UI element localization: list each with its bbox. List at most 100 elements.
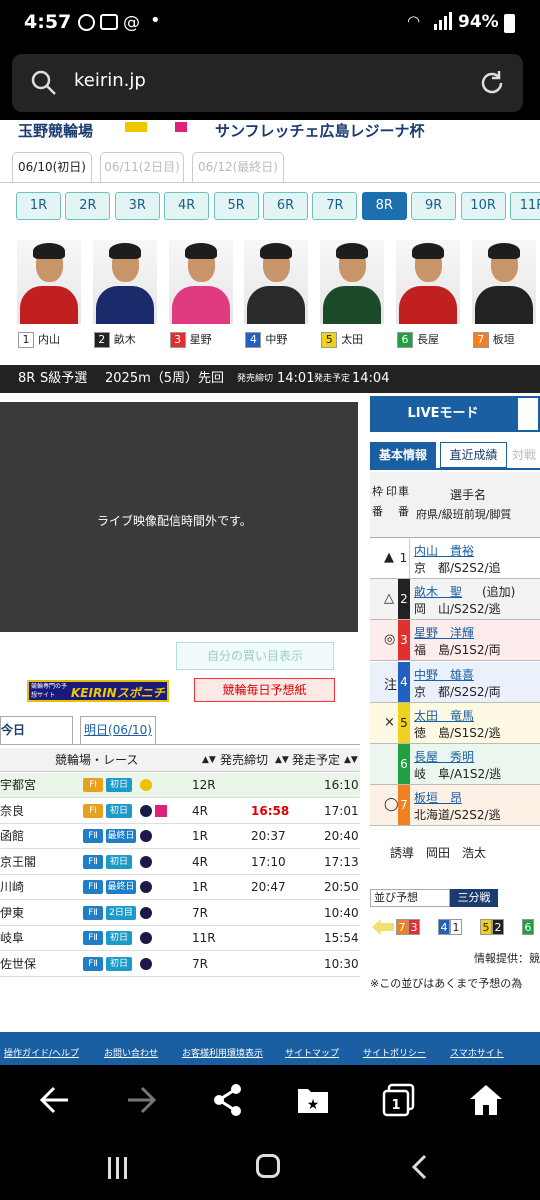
race-button-10r[interactable]: 10R xyxy=(460,192,506,220)
race-number: 11R xyxy=(192,931,216,945)
race-button-5r[interactable]: 5R xyxy=(213,192,259,220)
venue-name[interactable]: 奈良 xyxy=(0,799,24,823)
live-mode-button[interactable]: LIVEモード xyxy=(370,396,516,432)
grade-badge: FⅡ xyxy=(83,905,103,920)
schedule-header: 競輪場・レース ▲▼ 発売締切 ▲▼ 発走予定 ▲▼ xyxy=(0,748,360,772)
schedule-row[interactable]: 函館 FⅡ 最終日 1R 20:37 20:40 xyxy=(0,824,360,849)
race-distance: 2025m（5周）先回 xyxy=(105,371,225,386)
rider-name-link[interactable]: 板垣 昂 xyxy=(414,789,462,806)
race-button-11r[interactable]: 11R xyxy=(510,192,540,220)
rider-name-link[interactable]: 星野 洋輝 xyxy=(414,624,474,641)
venue-name[interactable]: 川崎 xyxy=(0,875,24,899)
back-icon[interactable] xyxy=(38,1085,72,1115)
venue-name[interactable]: 佐世保 xyxy=(0,952,36,976)
schedule-row[interactable]: 岐阜 FⅡ 初日 11R 15:54 xyxy=(0,926,360,951)
address-bar[interactable]: keirin.jp xyxy=(12,54,523,112)
footer-link[interactable]: お客様利用環境表示 xyxy=(182,1046,263,1059)
rider-name-link[interactable]: 内山 貴裕 xyxy=(414,542,474,559)
race-number: 8R xyxy=(18,371,36,386)
entry-row: × 5 太田 竜馬徳 島/S1S2/逃 xyxy=(370,702,540,744)
footer-link[interactable]: スマホサイト xyxy=(450,1046,504,1059)
race-button-1r[interactable]: 1R xyxy=(16,192,61,220)
race-button-3r[interactable]: 3R xyxy=(114,192,160,220)
live-video-player[interactable]: ライブ映像配信時間外です。 xyxy=(0,402,358,632)
date-tab-day2[interactable]: 06/11(2日目) xyxy=(100,152,184,182)
tab-head-to-head[interactable]: 対戦 xyxy=(512,442,540,468)
race-button-2r[interactable]: 2R xyxy=(65,192,111,220)
recent-apps-icon[interactable] xyxy=(106,1157,130,1179)
rider-name: 畝木 xyxy=(113,333,136,346)
venue-name[interactable]: 伊東 xyxy=(0,901,24,925)
race-number: 7R xyxy=(192,956,208,971)
entry-row: ◯ 7 板垣 昂北海道/S2S2/逃 xyxy=(370,785,540,827)
date-tab-day3[interactable]: 06/12(最終日) xyxy=(192,152,284,182)
venue-name[interactable]: 京王閣 xyxy=(0,850,36,874)
date-tab-day1[interactable]: 06/10(初日) xyxy=(12,152,92,182)
footer-link[interactable]: サイトマップ xyxy=(285,1046,339,1059)
race-button-9r[interactable]: 9R xyxy=(411,192,457,220)
tab-recent-results[interactable]: 直近成績 xyxy=(440,442,507,468)
sponichi-banner[interactable]: 競輪専門の予想サイト KEIRINスポニチ xyxy=(27,680,169,702)
rider-name-link[interactable]: 畝木 聖 xyxy=(414,583,462,600)
race-button-7r[interactable]: 7R xyxy=(312,192,358,220)
bookmarks-icon[interactable]: ★ xyxy=(296,1085,330,1115)
entry-row: ◎ 3 星野 洋輝福 島/S1S2/両 xyxy=(370,620,540,662)
venue-name[interactable]: 岐阜 xyxy=(0,926,24,950)
race-button-8r[interactable]: 8R xyxy=(361,192,407,220)
tab-basic-info[interactable]: 基本情報 xyxy=(370,442,436,468)
schedule-row[interactable]: 京王閣 FⅡ 初日 4R 17:10 17:13 xyxy=(0,850,360,875)
rider-name-link[interactable]: 太田 竜馬 xyxy=(414,707,474,724)
sort-icon[interactable]: ▲▼ xyxy=(275,748,289,772)
rider-name-link[interactable]: 長屋 秀明 xyxy=(414,748,474,765)
share-icon[interactable] xyxy=(212,1083,244,1117)
mainichi-forecast-button[interactable]: 競輪毎日予想紙 xyxy=(194,678,335,702)
start-time: 10:40 xyxy=(324,905,359,920)
schedule-row[interactable]: 伊東 FⅡ 2日目 7R 10:40 xyxy=(0,901,360,926)
schedule-row[interactable]: 佐世保 FⅡ 初日 7R 10:30 xyxy=(0,952,360,977)
sort-icon[interactable]: ▲▼ xyxy=(202,748,216,772)
direction-arrow-icon xyxy=(372,919,394,935)
rider-photo xyxy=(396,240,460,324)
sort-icon[interactable]: ▲▼ xyxy=(344,748,358,772)
own-bets-button[interactable]: 自分の買い目表示 xyxy=(176,642,334,670)
footer-link[interactable]: 操作ガイド/ヘルプ xyxy=(4,1046,79,1059)
venue-name[interactable]: 函館 xyxy=(0,824,24,848)
night-race-icon xyxy=(140,881,152,893)
night-race-icon xyxy=(140,804,152,817)
rider-number-badge: 6 xyxy=(397,332,413,348)
day-badge: 初日 xyxy=(106,803,132,818)
venue-name[interactable]: 宇都宮 xyxy=(0,773,36,797)
rider-photo xyxy=(320,240,385,324)
reload-icon[interactable] xyxy=(477,68,507,98)
col-waku: 枠番 xyxy=(372,485,383,518)
footer-link[interactable]: サイトポリシー xyxy=(363,1046,426,1059)
tabs-icon[interactable]: 1 xyxy=(382,1083,416,1117)
rider-label: 7 板垣 xyxy=(472,330,515,350)
search-icon xyxy=(30,69,58,97)
tab-tomorrow[interactable]: 明日(06/10) xyxy=(80,716,156,744)
home-button-icon[interactable] xyxy=(256,1154,280,1178)
bike-number: 2 xyxy=(398,579,410,620)
event-title: サンフレッチェ広島レジーナ杯 xyxy=(215,122,425,140)
bike-number: 4 xyxy=(398,661,410,702)
race-button-4r[interactable]: 4R xyxy=(164,192,210,220)
footer-link[interactable]: お問い合わせ xyxy=(104,1046,158,1059)
schedule-row[interactable]: 奈良 FⅠ 初日 4R 16:58 17:01 xyxy=(0,799,360,824)
bike-number: 3 xyxy=(398,620,410,661)
start-time: 15:54 xyxy=(324,931,359,945)
grade-badge: FⅡ xyxy=(83,880,103,894)
grade-badge: FⅠ xyxy=(83,803,103,818)
rider-info: 福 島/S1S2/両 xyxy=(414,643,501,658)
schedule-row[interactable]: 宇都宮 FⅠ 初日 12R 16:10 xyxy=(0,773,360,798)
back-button-icon[interactable] xyxy=(410,1154,430,1180)
grade-badge: FⅡ xyxy=(83,956,103,971)
tab-today[interactable]: 今日(06/09) xyxy=(0,716,73,763)
schedule-row[interactable]: 川崎 FⅡ 最終日 1R 20:47 20:50 xyxy=(0,875,360,900)
live-mode-toggle[interactable] xyxy=(516,396,540,432)
rider-name-link[interactable]: 中野 雄喜 xyxy=(414,666,474,683)
race-button-6r[interactable]: 6R xyxy=(263,192,308,220)
day-badge: 最終日 xyxy=(106,880,136,894)
forward-icon[interactable] xyxy=(124,1085,158,1115)
home-icon[interactable] xyxy=(468,1083,504,1117)
line-tab-three[interactable]: 三分戦 xyxy=(450,889,498,907)
